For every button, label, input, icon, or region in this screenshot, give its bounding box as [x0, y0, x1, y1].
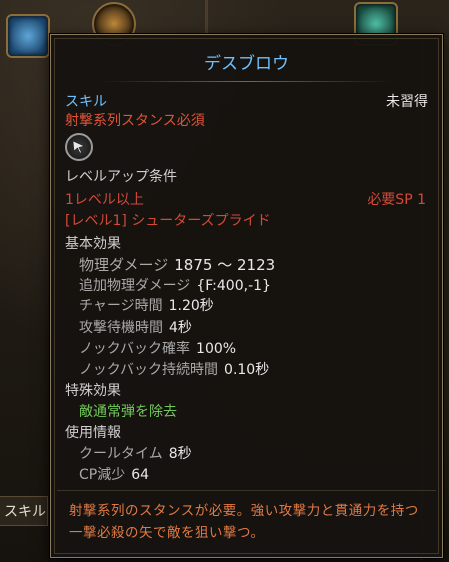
stat-value: 1.20秒 — [168, 298, 214, 314]
skill-type: スキル — [65, 94, 107, 110]
stat-value: 0.10秒 — [224, 362, 270, 378]
stat-label: ノックバック持続時間 — [79, 362, 219, 378]
usage-label: クールタイム — [79, 446, 163, 462]
stat-knockback-rate: ノックバック確率 100% — [79, 338, 236, 358]
title-divider — [101, 81, 392, 82]
required-stance: 射撃系列スタンス必須 — [65, 113, 205, 129]
stat-label: 物理ダメージ — [79, 256, 169, 274]
required-prev-skill: [レベル1] シューターズプライド — [65, 213, 271, 229]
special-effect-header: 特殊効果 — [65, 383, 121, 399]
learn-status: 未習得 — [386, 94, 428, 110]
cursor-arrow-icon — [65, 133, 93, 161]
skill-slot-icon[interactable] — [6, 14, 50, 58]
stat-value: 100% — [196, 341, 237, 357]
stat-value: 4秒 — [169, 320, 192, 336]
stat-label: 攻撃待機時間 — [79, 320, 163, 336]
required-sp: 必要SP 1 — [367, 192, 426, 208]
usage-cp-cost: CP減少 64 — [79, 464, 149, 484]
stat-charge-time: チャージ時間 1.20秒 — [79, 295, 214, 315]
basic-effect-header: 基本効果 — [65, 236, 121, 252]
usage-value: 64 — [131, 467, 150, 483]
stat-attack-wait: 攻撃待機時間 4秒 — [79, 317, 192, 337]
usage-cooldown: クールタイム 8秒 — [79, 443, 192, 463]
stat-knockback-duration: ノックバック持続時間 0.10秒 — [79, 359, 269, 379]
skill-description: 射撃系列のスタンスが必要。強い攻撃力と貫通力を持つ一撃必殺の矢で敵を狙い撃つ。 — [69, 503, 419, 541]
description-divider — [57, 490, 436, 491]
stat-value: {F:400,-1} — [196, 278, 271, 294]
usage-label: CP減少 — [79, 467, 126, 483]
stat-label: チャージ時間 — [79, 298, 163, 314]
stat-label: ノックバック確率 — [79, 341, 191, 357]
skill-title: デスブロウ — [204, 54, 289, 74]
usage-value: 8秒 — [168, 446, 192, 462]
stat-label: 追加物理ダメージ — [79, 278, 191, 294]
skill-tooltip: デスブロウ スキル 未習得 射撃系列スタンス必須 レベルアップ条件 1レベル以上… — [50, 34, 443, 558]
levelup-header: レベルアップ条件 — [65, 169, 177, 185]
required-level: 1レベル以上 — [65, 192, 144, 208]
special-effect: 敵通常弾を除去 — [79, 404, 177, 420]
skill-tab-label[interactable]: スキルツ — [0, 496, 48, 526]
usage-header: 使用情報 — [65, 425, 121, 441]
stat-extra-physical-damage: 追加物理ダメージ {F:400,-1} — [79, 275, 271, 295]
stat-value: 1875 ～ 2123 — [174, 256, 276, 274]
stat-physical-damage: 物理ダメージ 1875 ～ 2123 — [79, 254, 275, 275]
